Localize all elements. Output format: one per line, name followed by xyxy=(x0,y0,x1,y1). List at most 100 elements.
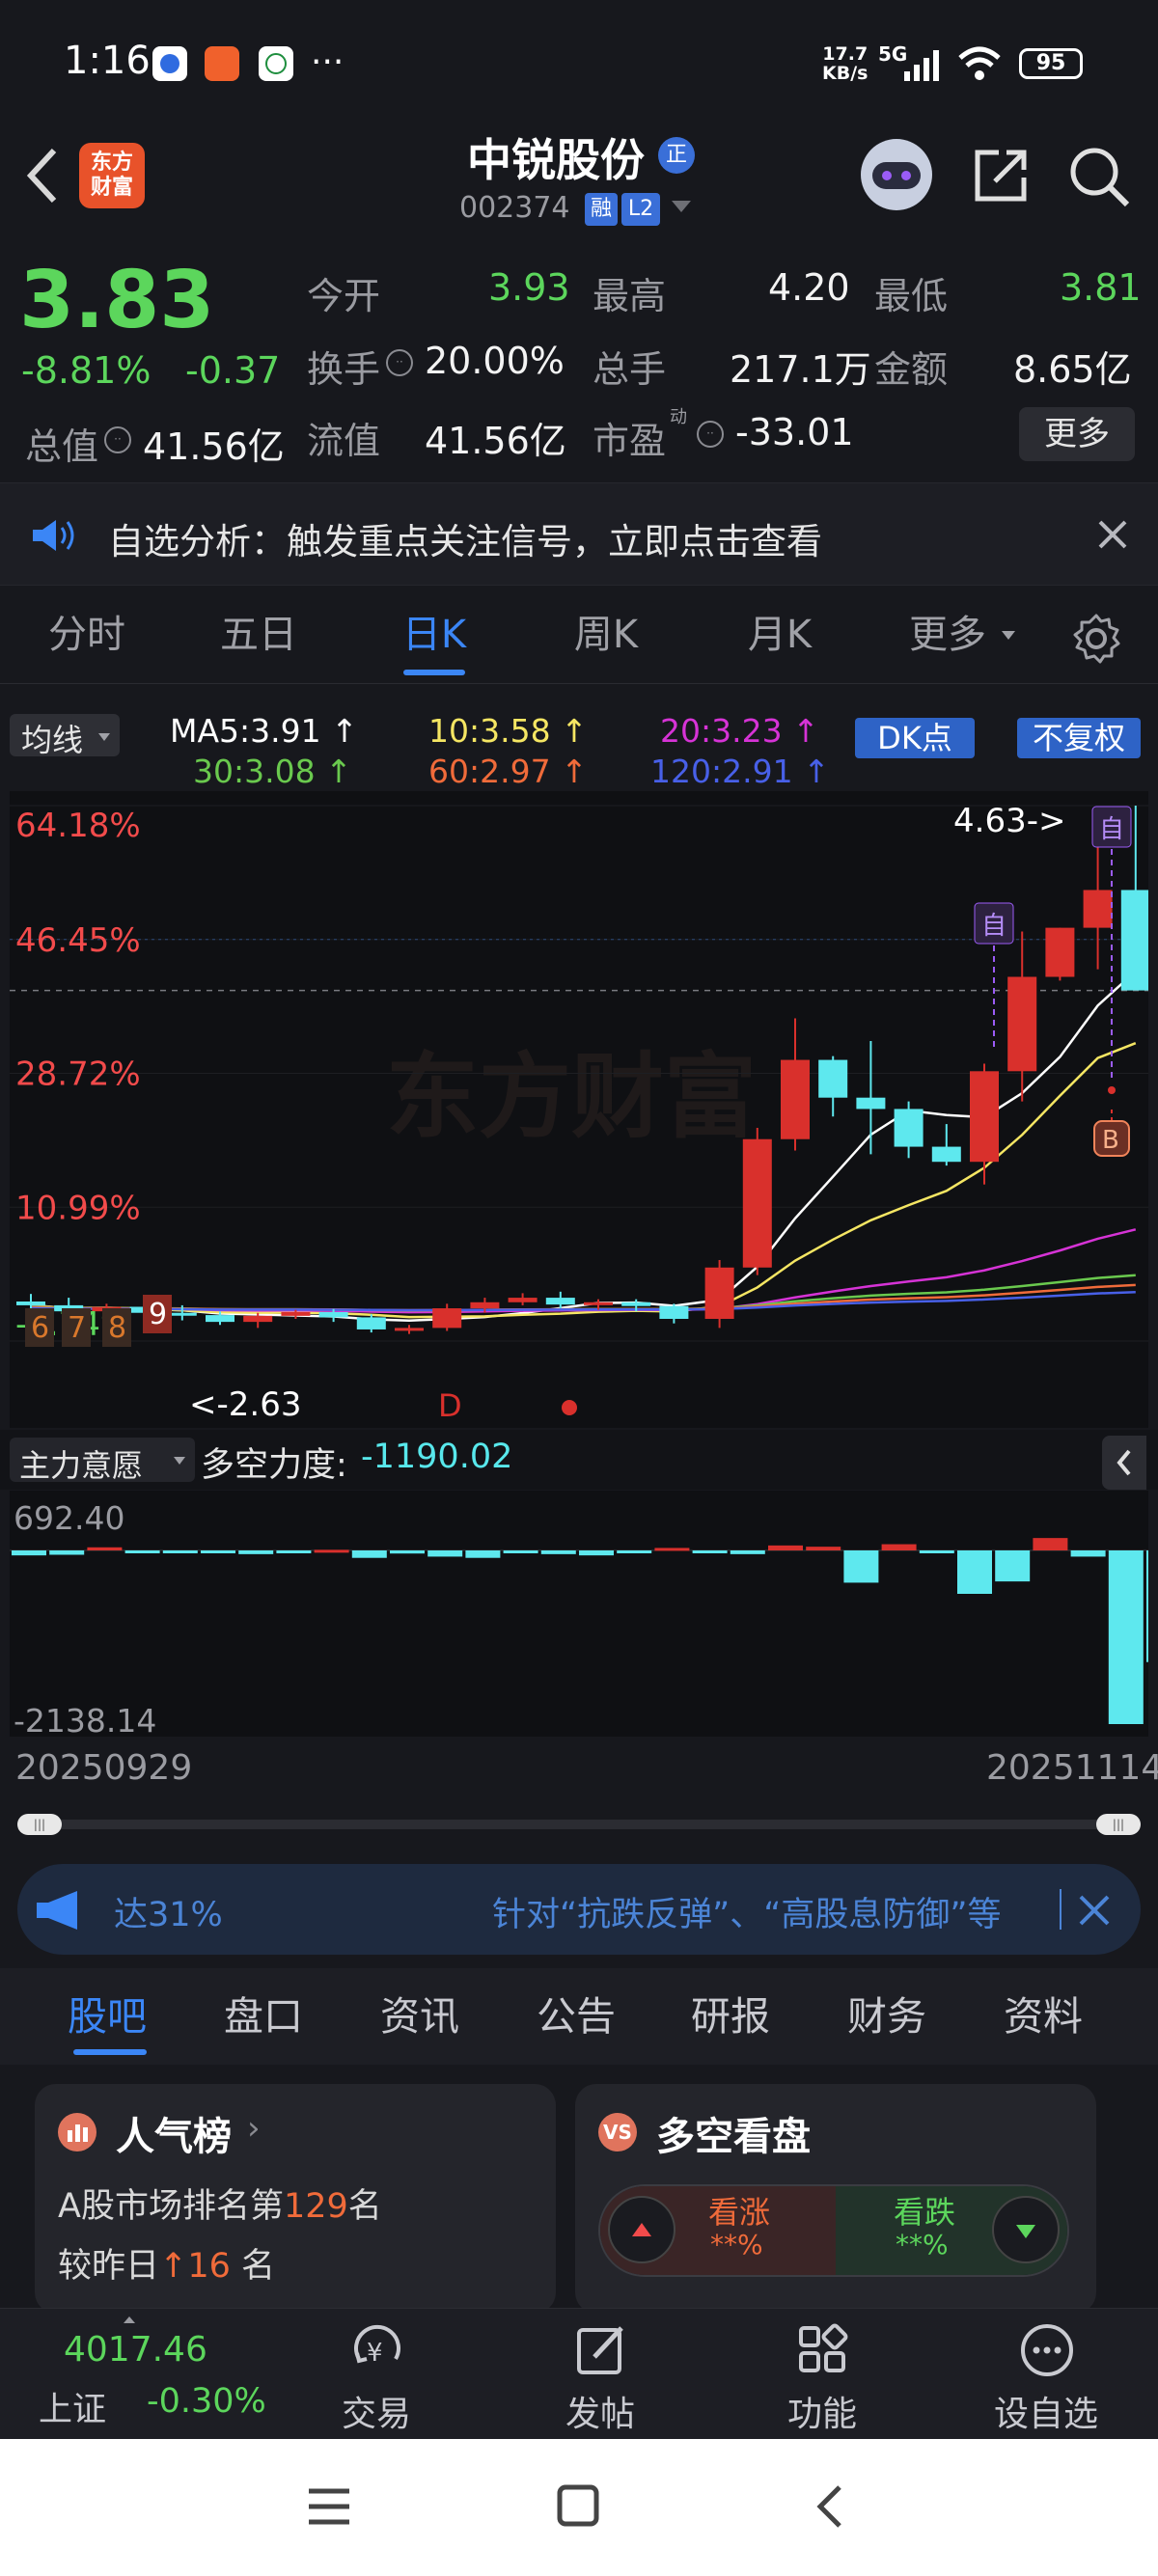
candle-body xyxy=(395,1328,424,1331)
net-speed: 17.7 KB/s xyxy=(822,43,868,84)
tab-caiwu[interactable]: 财务 xyxy=(847,1968,926,2065)
tab-rik[interactable]: 日K xyxy=(376,587,492,683)
share-icon[interactable] xyxy=(970,145,1032,206)
chevron-right-icon: › xyxy=(247,2109,261,2148)
close-icon[interactable] xyxy=(1077,1893,1112,1928)
indicator-selector-label: 主力意愿 xyxy=(19,1447,144,1484)
slider-handle-right[interactable]: ||| xyxy=(1096,1814,1141,1835)
indicator-chart[interactable]: 692.40 -2138.14 xyxy=(10,1491,1148,1737)
tab-more[interactable]: 更多 xyxy=(899,587,996,683)
back-nav-icon[interactable] xyxy=(811,2481,849,2532)
mktcap-label: 总值 xyxy=(25,425,99,468)
kline-chart[interactable]: 东方财富 64.18%46.45%28.72%10.99%-6.74% 4.63… xyxy=(10,791,1148,1428)
status-bar: 1:16 ··· 17.7 KB/s 5G 95 xyxy=(0,0,1158,125)
tab-yuek[interactable]: 月K xyxy=(722,587,838,683)
tab-zhouk[interactable]: 周K xyxy=(548,587,664,683)
search-icon[interactable] xyxy=(1067,145,1131,208)
popularity-card[interactable]: 人气榜 › A股市场排名第129名 较昨日↑16 名 xyxy=(35,2084,556,2314)
range-slider[interactable]: ||| ||| xyxy=(17,1814,1141,1835)
menu-icon[interactable] xyxy=(307,2485,351,2528)
tab-yanbao[interactable]: 研报 xyxy=(691,1968,770,2065)
collapse-icon[interactable] xyxy=(1102,1436,1146,1490)
candle-body xyxy=(818,1059,848,1098)
candle xyxy=(742,1128,772,1275)
nav-trade-label: 交易 xyxy=(341,2395,411,2434)
feature-cards: 人气榜 › A股市场排名第129名 较昨日↑16 名 VS 多空看盘 看涨 **… xyxy=(0,2065,1158,2314)
buy-tag-label: B xyxy=(1102,1126,1119,1155)
settings-icon[interactable] xyxy=(1069,612,1123,666)
duokong-card[interactable]: VS 多空看盘 看涨 **% 看跌 **% xyxy=(575,2084,1096,2314)
y-axis-label: 28.72% xyxy=(15,1055,141,1094)
index-widget[interactable]: 4017.46 上证 -0.30% xyxy=(29,2309,280,2440)
indicator-bar xyxy=(49,1550,85,1555)
duokong-title: 多空看盘 xyxy=(656,2115,811,2159)
candle-body xyxy=(1083,890,1113,928)
dk-point-button[interactable]: DK点 xyxy=(855,718,975,758)
indicator-bar xyxy=(881,1544,917,1550)
chevron-down-icon[interactable] xyxy=(672,201,691,212)
candle-body xyxy=(470,1302,500,1309)
tab-gonggao[interactable]: 公告 xyxy=(537,1968,616,2065)
indicator-value: -1190.02 xyxy=(361,1438,513,1476)
indicator-selector[interactable]: 主力意愿 xyxy=(10,1438,195,1484)
turnover-value: 20.00% xyxy=(425,340,565,382)
trade-icon: ¥ xyxy=(354,2324,400,2368)
tab-pankou[interactable]: 盘口 xyxy=(224,1968,303,2065)
candle-body xyxy=(931,1146,961,1163)
app-notification-icon xyxy=(205,46,239,81)
indicator-bar xyxy=(238,1550,274,1554)
rong-badge: 融 xyxy=(585,193,618,226)
ma120-line xyxy=(30,1290,1136,1312)
indicator-bar xyxy=(1033,1538,1068,1550)
indicator-bar xyxy=(314,1549,349,1553)
change-value: -0.37 xyxy=(185,349,281,392)
close-icon[interactable] xyxy=(1096,518,1129,551)
index-name: 上证 xyxy=(39,2391,107,2429)
ma-selector[interactable]: 均线 xyxy=(10,714,120,758)
more-circle-icon xyxy=(1021,2324,1073,2376)
ma60-value: 60:2.97 ↑ xyxy=(428,753,588,790)
tab-fenshi[interactable]: 分时 xyxy=(29,587,145,683)
info-icon[interactable]: ·· xyxy=(104,426,131,453)
tab-zixun[interactable]: 资讯 xyxy=(380,1968,459,2065)
indicator-bar xyxy=(465,1550,501,1558)
moving-average-legend: 均线 MA5:3.91 ↑ 10:3.58 ↑ 20:3.23 ↑ 30:3.0… xyxy=(0,704,1158,791)
notice-text: 自选分析：触发重点关注信号，立即点击查看 xyxy=(108,521,822,562)
float-value: 41.56亿 xyxy=(425,420,566,462)
candle xyxy=(508,1293,538,1305)
ma20-value: 20:3.23 ↑ xyxy=(660,712,819,750)
tab-wuri[interactable]: 五日 xyxy=(201,587,317,683)
robot-assistant-icon[interactable] xyxy=(861,139,932,210)
info-icon[interactable]: ·· xyxy=(697,421,724,448)
nine-turn-label: 7 xyxy=(68,1311,86,1345)
end-date: 20251114 xyxy=(986,1748,1158,1788)
ma60-line xyxy=(30,1283,1136,1312)
high-value: 4.20 xyxy=(768,266,850,309)
svg-text:¥: ¥ xyxy=(367,2339,383,2368)
indicator-max-label: 692.40 xyxy=(14,1499,124,1537)
marker-dot xyxy=(562,1400,577,1415)
edit-icon xyxy=(577,2326,623,2374)
turnover-label: 换手 xyxy=(307,348,381,391)
home-icon[interactable] xyxy=(556,2483,602,2530)
tab-ziliao[interactable]: 资料 xyxy=(1004,1968,1083,2065)
candle xyxy=(1007,931,1037,1102)
date-range: 20250929 20251114 xyxy=(0,1744,1158,1793)
no-adjust-button[interactable]: 不复权 xyxy=(1017,718,1141,758)
candle-body xyxy=(659,1305,689,1319)
promo-banner[interactable]: 达31% 针对“抗跌反弹”、“高股息防御”等 xyxy=(17,1864,1141,1955)
candle-body xyxy=(1045,927,1075,977)
candle-body xyxy=(318,1311,348,1318)
nav-post-label: 发帖 xyxy=(565,2395,635,2434)
low-label: 最低 xyxy=(874,275,949,317)
signal-notice-bar[interactable]: 自选分析：触发重点关注信号，立即点击查看 xyxy=(0,482,1158,586)
info-icon[interactable]: ·· xyxy=(386,349,413,376)
vote-down-button[interactable] xyxy=(992,2196,1060,2263)
vote-up-button[interactable] xyxy=(608,2196,676,2263)
pe-value: -33.01 xyxy=(735,411,854,453)
candle-body xyxy=(206,1315,234,1323)
more-button[interactable]: 更多 xyxy=(1019,407,1135,461)
back-icon[interactable] xyxy=(21,145,64,206)
slider-handle-left[interactable]: ||| xyxy=(17,1814,62,1835)
candle-body xyxy=(856,1097,886,1110)
